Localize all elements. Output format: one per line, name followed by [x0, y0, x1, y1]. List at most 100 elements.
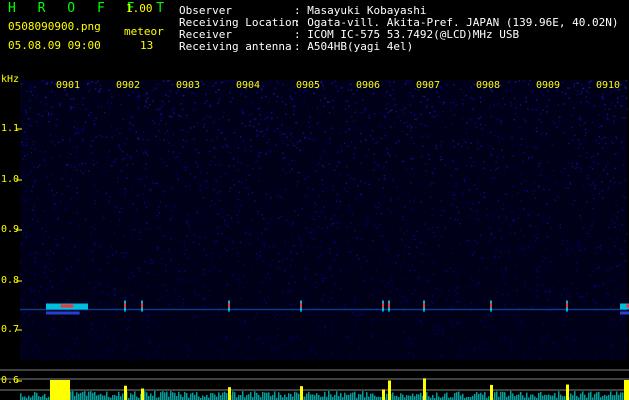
noise-speck [182, 301, 184, 304]
noise-speck [398, 140, 400, 142]
noise-speck [379, 313, 381, 315]
noise-speck [65, 94, 67, 97]
noise-level-bar [570, 393, 572, 400]
noise-speck [236, 252, 239, 255]
noise-speck [321, 179, 323, 181]
noise-speck [89, 250, 92, 252]
noise-speck [321, 299, 323, 301]
noise-speck [97, 105, 100, 108]
noise-speck [239, 297, 242, 300]
noise-speck [419, 285, 421, 287]
noise-speck [48, 254, 50, 256]
noise-speck [442, 103, 444, 105]
noise-speck [553, 122, 556, 124]
noise-speck [217, 102, 219, 105]
noise-speck [282, 83, 284, 86]
noise-speck [372, 249, 375, 251]
noise-speck [598, 136, 601, 138]
noise-level-bar [132, 394, 134, 400]
noise-speck [482, 197, 484, 199]
noise-speck [291, 160, 293, 162]
meteor-echo [141, 300, 143, 312]
noise-speck [87, 305, 90, 308]
noise-speck [304, 276, 306, 278]
noise-speck [174, 343, 176, 345]
noise-speck [61, 193, 63, 195]
noise-speck [196, 122, 199, 124]
noise-speck [579, 214, 581, 217]
noise-speck [148, 312, 150, 315]
noise-speck [145, 206, 148, 208]
noise-speck [111, 96, 113, 98]
noise-speck [375, 269, 377, 272]
noise-speck [215, 233, 217, 235]
noise-speck [573, 85, 575, 88]
noise-speck [519, 154, 521, 156]
noise-speck [219, 132, 222, 134]
noise-level-bar [290, 393, 292, 400]
noise-speck [408, 83, 410, 85]
noise-speck [611, 141, 613, 143]
noise-speck [593, 180, 596, 182]
noise-speck [150, 292, 153, 294]
noise-speck [600, 304, 603, 306]
noise-speck [520, 321, 522, 323]
noise-speck [377, 207, 379, 209]
noise-level-bar [146, 392, 148, 400]
noise-speck [108, 150, 111, 153]
noise-speck [409, 124, 412, 127]
noise-speck [536, 289, 538, 292]
noise-speck [500, 311, 503, 314]
noise-speck [38, 226, 41, 229]
noise-speck [584, 128, 587, 131]
noise-speck [548, 188, 550, 191]
noise-speck [145, 175, 148, 178]
noise-speck [101, 136, 104, 138]
noise-level-bar [496, 391, 498, 400]
noise-speck [264, 242, 267, 245]
noise-speck [519, 331, 522, 333]
noise-speck [481, 135, 484, 137]
noise-speck [403, 218, 405, 220]
noise-speck [425, 254, 428, 257]
noise-speck [76, 169, 78, 171]
noise-speck [573, 134, 576, 137]
noise-speck [446, 84, 448, 86]
noise-speck [171, 217, 173, 219]
noise-speck [321, 183, 324, 186]
noise-level-bar [604, 394, 606, 400]
noise-speck [389, 94, 391, 96]
noise-speck [248, 336, 250, 338]
noise-speck [505, 269, 508, 272]
noise-speck [185, 249, 187, 251]
noise-speck [144, 167, 147, 170]
noise-speck [52, 355, 55, 357]
noise-level-bar [322, 396, 324, 400]
noise-speck [580, 84, 583, 86]
noise-speck [45, 96, 47, 99]
noise-speck [611, 102, 613, 104]
noise-speck [607, 188, 609, 191]
x-tick-label: 0906 [356, 80, 381, 91]
noise-speck [287, 144, 289, 146]
noise-speck [616, 101, 619, 104]
noise-speck [281, 343, 283, 346]
noise-speck [465, 94, 467, 97]
noise-speck [501, 315, 503, 317]
noise-speck [22, 144, 24, 146]
noise-speck [289, 95, 292, 97]
noise-level-bar [374, 395, 376, 400]
noise-speck [194, 247, 196, 249]
noise-level-bar [330, 394, 332, 400]
noise-speck [247, 165, 249, 167]
noise-speck [441, 236, 443, 238]
noise-speck [317, 307, 319, 309]
noise-speck [540, 339, 543, 341]
noise-speck [592, 221, 594, 223]
noise-level-bar [136, 396, 138, 400]
noise-speck [120, 103, 122, 105]
noise-speck [588, 82, 590, 85]
noise-speck [173, 107, 175, 109]
noise-level-bar [106, 391, 108, 400]
noise-level-bar [438, 396, 440, 400]
